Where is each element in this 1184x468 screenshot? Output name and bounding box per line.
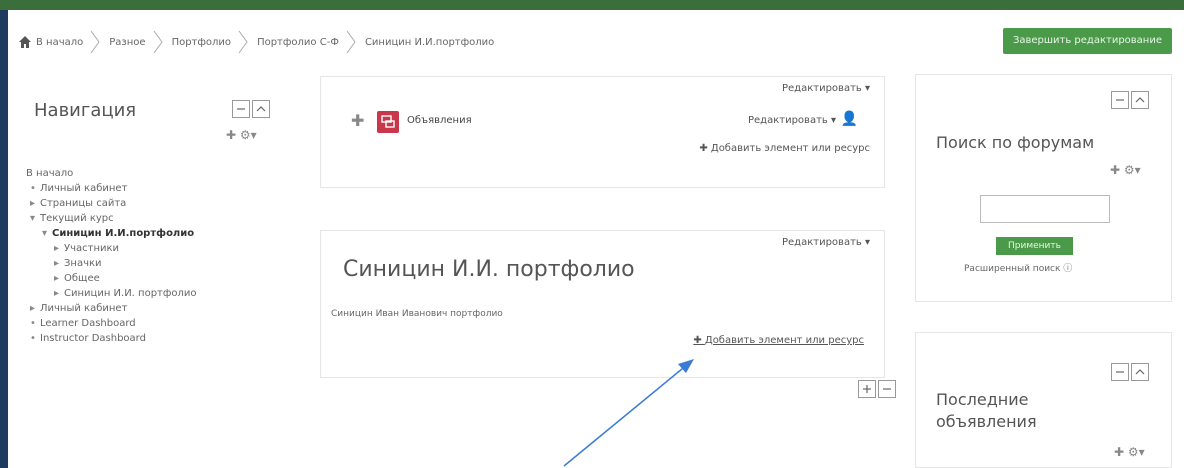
latest-news-block: Последние объявления ✚ ⚙▾ <box>915 332 1172 468</box>
section-title: Синицин И.И. портфолио <box>343 257 635 282</box>
caret-right-icon: ▸ <box>54 258 60 269</box>
block-controls <box>232 100 270 118</box>
nav-item-label: Instructor Dashboard <box>40 333 146 344</box>
nav-item-label: Участники <box>64 243 120 254</box>
nav-item[interactable]: ▾ Текущий курс <box>26 211 197 226</box>
breadcrumb: В начало Разное Портфолио Портфолио С-Ф … <box>18 30 500 54</box>
breadcrumb-bar: В начало Разное Портфолио Портфолио С-Ф … <box>8 18 1184 66</box>
left-edge <box>0 10 8 468</box>
nav-item-label: Learner Dashboard <box>40 318 136 329</box>
caret-down-icon: ▾ <box>42 228 48 239</box>
top-bar <box>0 0 1184 10</box>
section-edit-menu[interactable]: Редактировать ▾ <box>782 83 870 94</box>
bullet-icon: • <box>30 318 36 329</box>
chevron-right-icon <box>237 30 249 54</box>
move-gear-icon[interactable]: ✚ ⚙▾ <box>1110 163 1141 177</box>
breadcrumb-item-portfolio[interactable]: Портфолио <box>172 37 232 48</box>
nav-item[interactable]: • Learner Dashboard <box>26 316 197 331</box>
caret-down-icon: ▾ <box>30 213 36 224</box>
home-icon[interactable] <box>18 35 32 49</box>
nav-item-label: Личный кабинет <box>40 303 128 314</box>
caret-right-icon: ▸ <box>54 288 60 299</box>
breadcrumb-item-home[interactable]: В начало <box>36 37 83 48</box>
remove-section-icon[interactable] <box>878 380 896 398</box>
nav-item[interactable]: • Личный кабинет <box>26 181 197 196</box>
collapse-icon[interactable] <box>1111 363 1129 381</box>
bullet-icon: • <box>30 333 36 344</box>
navigation-tree: В начало • Личный кабинет ▸ Страницы сайта… <box>26 166 197 346</box>
forum-icon <box>377 111 399 133</box>
annotation-arrow <box>563 359 694 467</box>
nav-item-active[interactable]: ▾ Синицин И.И.портфолио <box>26 226 197 241</box>
apply-button[interactable]: Применить <box>996 237 1073 255</box>
add-resource-label: Добавить элемент или ресурс <box>704 335 864 346</box>
nav-item[interactable]: • Instructor Dashboard <box>26 331 197 346</box>
nav-item[interactable]: ▸ Значки <box>26 256 197 271</box>
nav-item[interactable]: ▸ Личный кабинет <box>26 301 197 316</box>
nav-item[interactable]: ▸ Страницы сайта <box>26 196 197 211</box>
block-controls <box>1111 363 1149 381</box>
forum-search-title: Поиск по форумам <box>936 133 1095 152</box>
move-icon[interactable]: ✚ <box>351 111 364 130</box>
nav-item[interactable]: ▸ Общее <box>26 271 197 286</box>
breadcrumb-item-current[interactable]: Синицин И.И.портфолио <box>365 37 494 48</box>
breadcrumb-item-misc[interactable]: Разное <box>109 37 145 48</box>
dock-icon[interactable] <box>1131 91 1149 109</box>
forum-search-block: Поиск по форумам ✚ ⚙▾ Применить Расширен… <box>915 74 1172 302</box>
collapse-icon[interactable] <box>1111 91 1129 109</box>
section-description: Синицин Иван Иванович портфолио <box>331 309 503 319</box>
advanced-search-label: Расширенный поиск <box>964 264 1061 274</box>
bullet-icon: • <box>30 183 36 194</box>
dock-icon[interactable] <box>1131 363 1149 381</box>
latest-news-title: Последние объявления <box>936 390 1037 431</box>
caret-right-icon: ▸ <box>54 243 60 254</box>
add-section-icon[interactable] <box>858 380 876 398</box>
nav-item-label: Личный кабинет <box>40 183 128 194</box>
add-resource-label: Добавить элемент или ресурс <box>710 143 870 154</box>
dock-icon[interactable] <box>252 100 270 118</box>
navigation-title: Навигация <box>34 100 137 121</box>
item-edit-menu[interactable]: Редактировать ▾ <box>748 115 836 126</box>
caret-right-icon: ▸ <box>30 198 36 209</box>
nav-item-label: Синицин И.И.портфолио <box>52 228 195 239</box>
nav-item-label: Страницы сайта <box>40 198 127 209</box>
collapse-icon[interactable] <box>232 100 250 118</box>
nav-item-label: Значки <box>64 258 102 269</box>
caret-right-icon: ▸ <box>30 303 36 314</box>
navigation-block: Навигация ✚ ⚙▾ В начало • Личный кабинет … <box>18 80 298 440</box>
user-icon[interactable]: 👤 <box>841 111 858 127</box>
forum-search-input[interactable] <box>980 195 1110 223</box>
section-controls <box>858 380 896 398</box>
nav-item-label: Синицин И.И. портфолио <box>64 288 197 299</box>
move-gear-icon[interactable]: ✚ ⚙▾ <box>226 128 257 142</box>
help-icon[interactable]: ⓘ <box>1063 264 1072 274</box>
add-resource-link[interactable]: ✚ Добавить элемент или ресурс <box>693 335 864 346</box>
announcements-section: Редактировать ▾ ✚ Объявления Редактирова… <box>320 76 885 188</box>
move-gear-icon[interactable]: ✚ ⚙▾ <box>1114 445 1145 459</box>
nav-item[interactable]: ▸ Синицин И.И. портфолио <box>26 286 197 301</box>
nav-item-label: Текущий курс <box>40 213 114 224</box>
block-controls <box>1111 91 1149 109</box>
caret-right-icon: ▸ <box>54 273 60 284</box>
advanced-search-link[interactable]: Расширенный поиск ⓘ <box>964 261 1072 274</box>
section-edit-menu[interactable]: Редактировать ▾ <box>782 237 870 248</box>
breadcrumb-item-portfolio-sf[interactable]: Портфолио С-Ф <box>257 37 339 48</box>
finish-editing-button[interactable]: Завершить редактирование <box>1002 28 1172 54</box>
nav-item-label: Общее <box>64 273 100 284</box>
nav-item[interactable]: ▸ Участники <box>26 241 197 256</box>
chevron-right-icon <box>89 30 101 54</box>
nav-item-home[interactable]: В начало <box>26 166 197 181</box>
chevron-right-icon <box>345 30 357 54</box>
announcements-link[interactable]: Объявления <box>407 115 472 126</box>
chevron-right-icon <box>152 30 164 54</box>
add-resource-link[interactable]: ✚ Добавить элемент или ресурс <box>699 143 870 154</box>
